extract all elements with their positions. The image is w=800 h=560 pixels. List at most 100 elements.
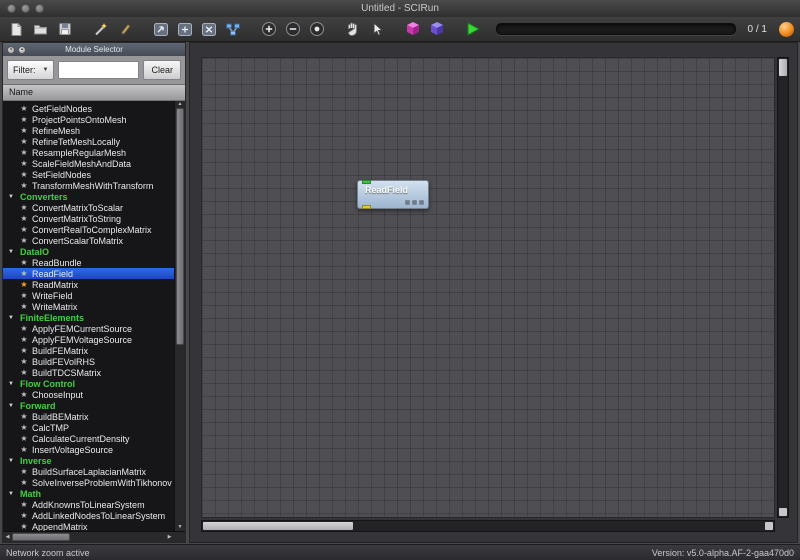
tree-module-row[interactable]: ★ ReadMatrix (3, 279, 174, 290)
collapse-arrow-icon[interactable]: ▼ (8, 491, 17, 497)
module-tree-vertical-scrollbar[interactable]: ▲ ▼ (174, 101, 185, 531)
tree-module-row[interactable]: ★ ReadBundle (3, 257, 174, 268)
zoom-out-button[interactable] (282, 19, 303, 39)
canvas-horizontal-scrollbar[interactable] (201, 520, 775, 532)
show-objects-button[interactable] (426, 19, 447, 39)
favorite-star-icon[interactable]: ★ (19, 368, 29, 378)
input-port-icon[interactable] (362, 180, 371, 184)
save-network-button[interactable] (54, 19, 75, 39)
scroll-down-icon[interactable]: ▼ (175, 524, 185, 531)
tree-module-row[interactable]: ★ ConvertMatrixToString (3, 213, 174, 224)
favorite-star-icon[interactable]: ★ (19, 104, 29, 114)
zoom-button[interactable] (35, 4, 44, 13)
canvas-horizontal-thumb[interactable] (203, 522, 353, 530)
tree-module-row[interactable]: ★ ProjectPointsOntoMesh (3, 114, 174, 125)
module-log-button[interactable] (412, 200, 417, 205)
scroll-left-icon[interactable]: ◀ (3, 532, 12, 542)
dock-close-icon[interactable]: × (7, 45, 15, 54)
tree-module-row[interactable]: ★ BuildTDCSMatrix (3, 367, 174, 378)
tree-category-row[interactable]: ▼ Math (3, 488, 174, 499)
network-view-button[interactable] (222, 19, 243, 39)
favorite-star-icon[interactable]: ★ (19, 258, 29, 268)
clear-filter-button[interactable]: Clear (143, 60, 181, 80)
favorite-star-icon[interactable]: ★ (19, 423, 29, 433)
scroll-up-icon[interactable]: ▲ (175, 101, 185, 108)
tree-module-row[interactable]: ★ BuildBEMatrix (3, 411, 174, 422)
tree-module-row[interactable]: ★ BuildFEMatrix (3, 345, 174, 356)
favorite-star-icon[interactable]: ★ (19, 115, 29, 125)
tree-module-row[interactable]: ★ ConvertMatrixToScalar (3, 202, 174, 213)
favorite-star-icon[interactable]: ★ (19, 412, 29, 422)
favorite-star-icon[interactable]: ★ (19, 181, 29, 191)
tree-module-row[interactable]: ★ TransformMeshWithTransform (3, 180, 174, 191)
network-canvas[interactable]: ReadField (201, 57, 775, 518)
output-port-icon[interactable] (362, 205, 371, 209)
favorite-star-icon[interactable]: ★ (19, 467, 29, 477)
tree-module-row[interactable]: ★ ConvertRealToComplexMatrix (3, 224, 174, 235)
tree-module-row[interactable]: ★ CalculateCurrentDensity (3, 433, 174, 444)
scroll-right-icon[interactable]: ▶ (165, 532, 174, 542)
tree-module-row[interactable]: ★ InsertVoltageSource (3, 444, 174, 455)
wand-tool-button[interactable] (90, 19, 111, 39)
favorite-star-icon[interactable]: ★ (19, 214, 29, 224)
canvas-vertical-scrollbar[interactable] (777, 57, 789, 518)
tree-category-row[interactable]: ▼ FiniteElements (3, 312, 174, 323)
tree-module-row[interactable]: ★ SetFieldNodes (3, 169, 174, 180)
favorite-star-icon[interactable]: ★ (19, 236, 29, 246)
collapse-arrow-icon[interactable]: ▼ (8, 315, 17, 321)
close-button[interactable] (7, 4, 16, 13)
module-ui-button[interactable] (405, 200, 410, 205)
tree-module-row[interactable]: ★ CalcTMP (3, 422, 174, 433)
module-node-readfield[interactable]: ReadField (357, 180, 429, 209)
favorite-star-icon[interactable]: ★ (19, 126, 29, 136)
tree-category-row[interactable]: ▼ Forward (3, 400, 174, 411)
tree-category-row[interactable]: ▼ DataIO (3, 246, 174, 257)
favorite-star-icon[interactable]: ★ (19, 137, 29, 147)
horizontal-scroll-thumb[interactable] (12, 533, 70, 541)
tree-module-row[interactable]: ★ ChooseInput (3, 389, 174, 400)
canvas-vertical-endcap[interactable] (779, 508, 787, 516)
favorite-star-icon[interactable]: ★ (19, 280, 29, 290)
favorite-star-icon[interactable]: ★ (19, 203, 29, 213)
module-tree-horizontal-scrollbar[interactable]: ◀ ▶ (3, 531, 185, 542)
tree-module-row[interactable]: ★ BuildFEVolRHS (3, 356, 174, 367)
tree-module-row[interactable]: ★ AppendMatrix (3, 521, 174, 532)
favorite-star-icon[interactable]: ★ (19, 390, 29, 400)
favorite-star-icon[interactable]: ★ (19, 445, 29, 455)
favorite-star-icon[interactable]: ★ (19, 500, 29, 510)
tree-module-row[interactable]: ★ ApplyFEMVoltageSource (3, 334, 174, 345)
execute-all-button[interactable] (462, 19, 483, 39)
canvas-vertical-thumb[interactable] (779, 59, 787, 76)
tree-module-row[interactable]: ★ AddLinkedNodesToLinearSystem (3, 510, 174, 521)
tree-category-row[interactable]: ▼ Inverse (3, 455, 174, 466)
zoom-in-button[interactable] (258, 19, 279, 39)
favorite-star-icon[interactable]: ★ (19, 511, 29, 521)
favorite-star-icon[interactable]: ★ (19, 335, 29, 345)
select-tool-button[interactable] (366, 19, 387, 39)
favorite-star-icon[interactable]: ★ (19, 269, 29, 279)
favorite-star-icon[interactable]: ★ (19, 225, 29, 235)
favorite-star-icon[interactable]: ★ (19, 346, 29, 356)
favorite-star-icon[interactable]: ★ (19, 357, 29, 367)
show-fields-button[interactable] (402, 19, 423, 39)
add-module-button[interactable] (174, 19, 195, 39)
collapse-arrow-icon[interactable]: ▼ (8, 249, 17, 255)
zoom-reset-button[interactable] (306, 19, 327, 39)
tree-module-row[interactable]: ★ ScaleFieldMeshAndData (3, 158, 174, 169)
tree-module-row[interactable]: ★ WriteMatrix (3, 301, 174, 312)
favorite-star-icon[interactable]: ★ (19, 478, 29, 488)
favorite-star-icon[interactable]: ★ (19, 291, 29, 301)
favorite-star-icon[interactable]: ★ (19, 170, 29, 180)
tree-module-row[interactable]: ★ WriteField (3, 290, 174, 301)
tree-module-row[interactable]: ★ ReadField (3, 268, 174, 279)
vertical-scroll-thumb[interactable] (176, 108, 184, 345)
tree-category-row[interactable]: ▼ Flow Control (3, 378, 174, 389)
favorite-star-icon[interactable]: ★ (19, 148, 29, 158)
new-network-button[interactable] (6, 19, 27, 39)
filter-mode-dropdown[interactable]: Filter: ▼ (7, 60, 55, 80)
collapse-arrow-icon[interactable]: ▼ (8, 403, 17, 409)
collapse-arrow-icon[interactable]: ▼ (8, 381, 17, 387)
canvas-horizontal-endcap[interactable] (765, 522, 773, 530)
module-help-button[interactable] (419, 200, 424, 205)
clear-network-button[interactable] (198, 19, 219, 39)
